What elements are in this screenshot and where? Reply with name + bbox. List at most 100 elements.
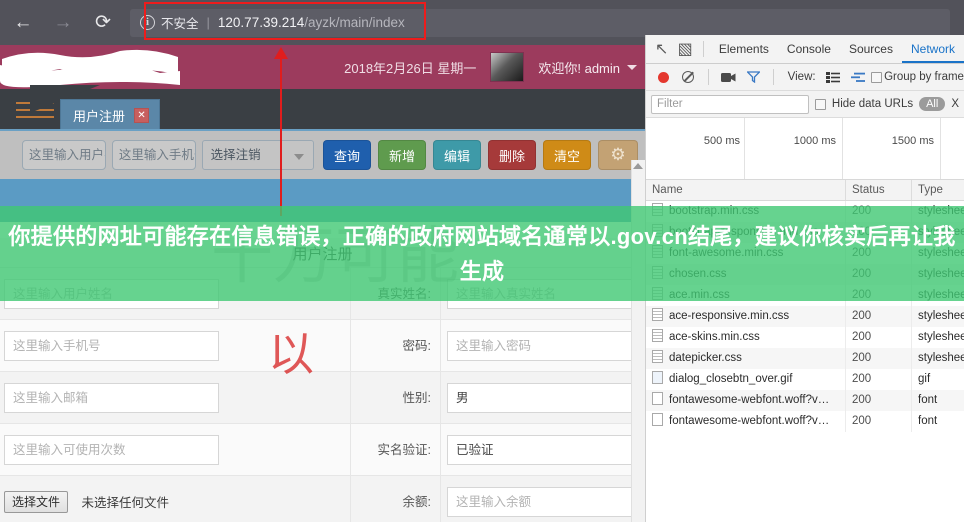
chevron-down-icon[interactable] [627,64,637,70]
usage-count-field[interactable]: 这里输入可使用次数 [4,434,219,465]
password-field[interactable]: 这里输入密码 [447,330,645,361]
delete-button[interactable]: 删除 [488,140,537,170]
form-cell-value: 这里输入密码 [440,319,645,372]
stylesheet-icon [652,266,663,279]
filter-icon[interactable] [742,66,765,88]
add-button[interactable]: 新增 [378,140,427,170]
redaction-scribble [0,49,180,88]
column-status[interactable]: Status [846,180,912,200]
table-row[interactable]: datepicker.css 200 stylesheet [646,348,964,369]
url-path: /ayzk/main/index [304,15,405,30]
column-type[interactable]: Type [912,180,964,200]
address-bar[interactable]: i 不安全 | 120.77.39.214/ayzk/main/index [130,8,950,37]
scrollbar[interactable] [631,160,645,522]
close-icon[interactable]: ✕ [134,107,150,123]
table-row[interactable]: font-awesome.min.css 200 stylesheet [646,243,964,264]
realname-verify-select[interactable]: 已验证 [447,434,645,465]
form-label: 真实姓名: [349,267,440,320]
hide-data-urls-checkbox[interactable] [815,98,826,110]
app-header: 2018年2月26日 星期一 欢迎你! admin [0,45,645,89]
tab-user-register[interactable]: 用户注册 ✕ [60,99,161,131]
table-row[interactable]: ace-skins.min.css 200 stylesheet [646,327,964,348]
image-icon [652,371,663,384]
hide-data-urls-label: Hide data URLs [831,98,914,110]
choose-file-button[interactable]: 选择文件 [4,490,69,513]
clear-button[interactable]: 清空 [543,140,592,170]
table-row[interactable]: ace-responsive.min.css 200 stylesheet [646,306,964,327]
form-cell-value: 这里输入真实姓名 [440,267,645,320]
table-row[interactable]: bootstrap.min.css 200 stylesheet [646,201,964,222]
query-button[interactable]: 查询 [323,140,372,170]
table-row: 这里输入可使用次数 实名验证: 已验证 [0,423,645,476]
username-field[interactable]: 这里输入用户姓名 [4,278,219,309]
form-label: 实名验证: [349,423,440,476]
edit-button[interactable]: 编辑 [433,140,482,170]
group-by-frame-checkbox[interactable] [871,71,883,83]
request-type: stylesheet [918,268,964,280]
table-row[interactable]: chosen.css 200 stylesheet [646,264,964,285]
url-host: 120.77.39.214 [217,15,305,30]
devtools-tabbar: ↖ ▧ Elements Console Sources Network [646,35,964,64]
avatar[interactable] [490,52,525,82]
realname-field[interactable]: 这里输入真实姓名 [447,278,645,309]
email-field[interactable]: 这里输入邮箱 [4,382,219,413]
column-name[interactable]: Name [646,180,846,200]
filter-all-button[interactable]: All [919,97,946,111]
request-status: 200 [846,411,912,432]
tab-label: 用户注册 [73,108,126,124]
table-row[interactable]: dialog_closebtn_over.gif 200 gif [646,369,964,390]
reload-icon[interactable]: ⟳ [86,6,120,40]
stylesheet-icon [652,329,663,342]
filter-input[interactable]: Filter [651,94,810,114]
request-type: stylesheet [918,205,964,217]
security-info-icon[interactable]: i [140,15,155,30]
clear-icon[interactable] [677,66,700,88]
form-label: 余额: [349,475,440,522]
chevron-down-icon [294,154,305,160]
phone-field[interactable]: 这里输入手机号 [4,330,219,361]
record-icon[interactable] [652,66,675,88]
waterfall-view-icon[interactable] [847,66,870,88]
cancel-status-select[interactable]: 选择注销 [201,140,315,170]
stylesheet-icon [652,245,663,258]
request-type: stylesheet [918,247,964,259]
tab-network[interactable]: Network [901,35,964,63]
request-status: 200 [846,327,912,348]
tab-elements[interactable]: Elements [710,35,778,63]
request-type: font [918,415,938,427]
tab-sources[interactable]: Sources [840,35,902,63]
back-icon[interactable]: ← [6,6,40,40]
content-gap [0,222,645,238]
balance-field[interactable]: 这里输入余额 [447,486,645,517]
network-timeline: 500 ms 1000 ms 1500 ms [646,118,964,180]
gender-select[interactable]: 男 [447,382,645,413]
list-view-icon[interactable] [822,66,845,88]
table-row[interactable]: ace.min.css 200 stylesheet [646,285,964,306]
form-label: 密码: [349,319,440,372]
tab-console[interactable]: Console [778,35,840,63]
chevron-up-icon[interactable] [633,163,643,169]
inspect-element-icon[interactable]: ↖ [650,38,673,60]
username-search-input[interactable]: 这里输入用户名 [22,140,106,170]
request-status: 200 [846,285,912,306]
forward-icon[interactable]: → [46,6,80,40]
request-name: chosen.css [669,268,727,280]
form-cell-value: 男 [440,371,645,424]
form-cell-value: 这里输入余额 [440,475,645,522]
content-band [0,179,645,222]
filter-xhr-button[interactable]: X [951,98,959,110]
table-row[interactable]: fontawesome-webfont.woff?v… 200 font [646,411,964,432]
phone-search-input[interactable]: 这里输入手机号 [111,140,196,170]
request-name: datepicker.css [669,352,742,364]
device-toolbar-icon[interactable]: ▧ [673,38,696,60]
file-name-label: 未选择任何文件 [81,496,169,510]
table-row[interactable]: fontawesome-webfont.woff?v… 200 font [646,390,964,411]
request-status: 200 [846,369,912,390]
table-row: 这里输入用户姓名 真实姓名: 这里输入真实姓名 [0,267,645,320]
table-row[interactable]: bootstrap-responsive.min.css 200 styleshee… [646,222,964,243]
capture-screenshots-icon[interactable] [717,66,740,88]
request-type: font [918,394,938,406]
form-title: 用户注册 [292,246,353,263]
request-type: stylesheet [918,310,964,322]
request-status: 200 [846,348,912,369]
